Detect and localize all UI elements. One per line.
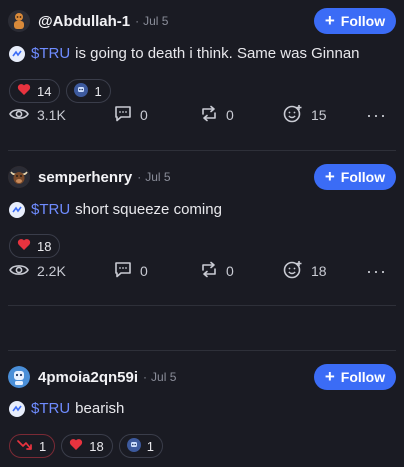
more-options-icon[interactable]: ···: [366, 105, 387, 126]
heart-icon: [17, 238, 31, 254]
reaction-count: 1: [146, 438, 154, 454]
ticker-link[interactable]: $TRU: [31, 400, 70, 417]
repost-count: 0: [226, 107, 234, 123]
post-header: 4pmoia2qn59i · Jul 5: [8, 364, 176, 390]
divider: [8, 150, 396, 151]
eye-icon: [9, 107, 29, 124]
username[interactable]: 4pmoia2qn59i: [38, 369, 138, 386]
follow-label: Follow: [340, 169, 386, 185]
token-logo-icon: [9, 45, 25, 62]
separator-dot: ·: [135, 14, 140, 28]
emoji-count: 15: [311, 107, 327, 123]
emoji-react-button[interactable]: 15: [283, 104, 327, 126]
token-logo-icon: [9, 201, 25, 218]
comment-icon: [114, 261, 132, 281]
reaction-robot[interactable]: 1: [66, 79, 111, 103]
views-stat: 3.1K: [9, 107, 66, 124]
avatar[interactable]: [8, 166, 30, 188]
add-emoji-icon: [283, 104, 303, 126]
post-body: $TRU is going to death i think. Same was…: [9, 45, 360, 62]
follow-label: Follow: [340, 369, 386, 385]
token-logo-icon: [9, 400, 25, 417]
emoji-count: 18: [311, 263, 327, 279]
views-count: 2.2K: [37, 263, 66, 279]
comment-button[interactable]: 0: [114, 105, 148, 125]
post-text: bearish: [75, 400, 125, 417]
post-date: Jul 5: [145, 170, 171, 184]
ticker-link[interactable]: $TRU: [31, 45, 70, 62]
more-options-icon[interactable]: ···: [366, 261, 387, 282]
follow-label: Follow: [340, 13, 386, 29]
repost-button[interactable]: 0: [200, 105, 234, 125]
reaction-heart[interactable]: 18: [9, 234, 61, 258]
follow-button[interactable]: + Follow: [314, 164, 396, 190]
emoji-react-button[interactable]: 18: [283, 260, 327, 282]
username[interactable]: @Abdullah-1: [38, 13, 130, 30]
separator-dot: ·: [137, 170, 142, 184]
reactions-bar: 18: [9, 234, 61, 258]
post-text: short squeeze coming: [75, 201, 222, 218]
post-date: Jul 5: [143, 14, 169, 28]
views-stat: 2.2K: [9, 263, 66, 280]
post-body: $TRU bearish: [9, 400, 124, 417]
robot-emoji-icon: [74, 82, 89, 100]
reaction-heart[interactable]: 18: [61, 434, 113, 458]
reaction-bearish[interactable]: 1: [9, 434, 56, 458]
repost-count: 0: [226, 263, 234, 279]
heart-icon: [17, 83, 31, 99]
reaction-robot[interactable]: 1: [118, 434, 163, 458]
robot-emoji-icon: [126, 437, 141, 455]
repost-icon: [200, 105, 218, 125]
repost-button[interactable]: 0: [200, 261, 234, 281]
reaction-count: 18: [37, 238, 52, 254]
avatar[interactable]: [8, 10, 30, 32]
divider: [8, 305, 396, 306]
repost-icon: [200, 261, 218, 281]
avatar[interactable]: [8, 366, 30, 388]
username[interactable]: semperhenry: [38, 169, 132, 186]
reactions-bar: 14 1: [9, 79, 111, 103]
post-date: Jul 5: [151, 370, 177, 384]
reaction-heart[interactable]: 14: [9, 79, 61, 103]
plus-icon: +: [324, 167, 335, 186]
comment-count: 0: [140, 263, 148, 279]
divider: [8, 350, 396, 351]
views-count: 3.1K: [37, 107, 66, 123]
follow-button[interactable]: + Follow: [314, 364, 396, 390]
reaction-count: 14: [37, 83, 52, 99]
separator-dot: ·: [143, 370, 148, 384]
comment-icon: [114, 105, 132, 125]
bearish-trend-icon: [17, 439, 33, 454]
post-text: is going to death i think. Same was Ginn…: [75, 45, 360, 62]
reaction-count: 18: [89, 438, 104, 454]
eye-icon: [9, 263, 29, 280]
comment-button[interactable]: 0: [114, 261, 148, 281]
ticker-link[interactable]: $TRU: [31, 201, 70, 218]
post-header: @Abdullah-1 · Jul 5: [8, 8, 168, 34]
plus-icon: +: [324, 367, 335, 386]
post-body: $TRU short squeeze coming: [9, 201, 222, 218]
comment-count: 0: [140, 107, 148, 123]
follow-button[interactable]: + Follow: [314, 8, 396, 34]
post-header: semperhenry · Jul 5: [8, 164, 171, 190]
reaction-count: 1: [39, 438, 47, 454]
plus-icon: +: [324, 11, 335, 30]
heart-icon: [69, 438, 83, 454]
reactions-bar: 1 18 1: [9, 434, 163, 458]
reaction-count: 1: [94, 83, 102, 99]
add-emoji-icon: [283, 260, 303, 282]
